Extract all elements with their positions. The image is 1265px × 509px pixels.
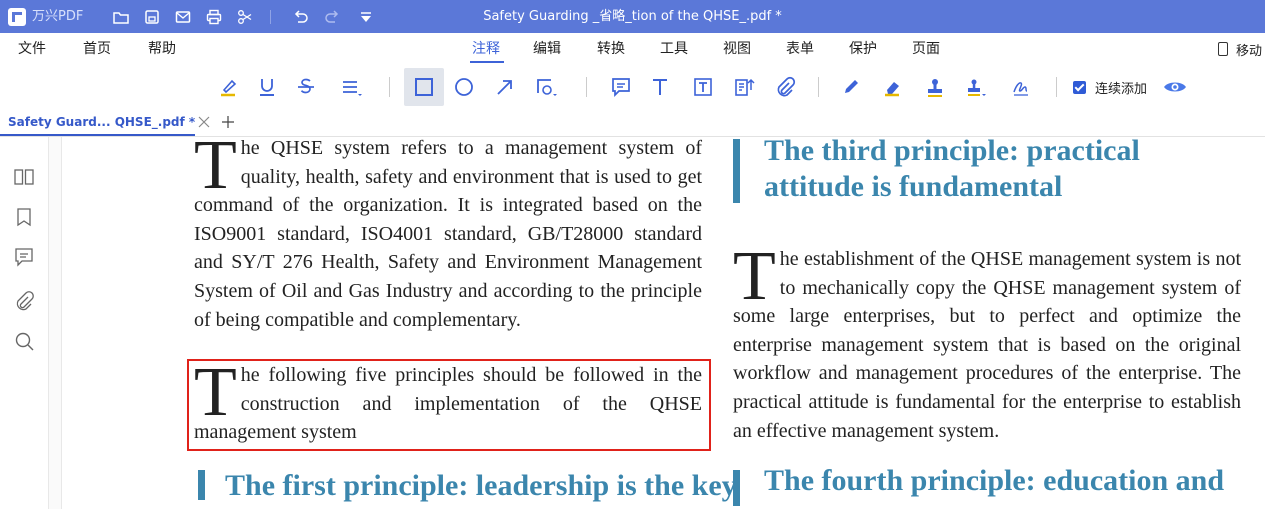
menu-page[interactable]: 页面 bbox=[912, 33, 940, 65]
attachment-icon[interactable] bbox=[13, 290, 35, 312]
mobile-button[interactable]: 移动 bbox=[1218, 33, 1262, 65]
page-gutter bbox=[48, 137, 62, 509]
callout-tool-icon[interactable] bbox=[729, 72, 759, 102]
left-sidebar bbox=[0, 137, 48, 509]
ellipse-tool-icon[interactable] bbox=[449, 72, 479, 102]
mail-icon[interactable] bbox=[172, 0, 194, 33]
strikethrough-tool-icon[interactable] bbox=[291, 72, 321, 102]
heading-first-principle[interactable]: The first principle: leadership is the k… bbox=[225, 468, 745, 504]
add-tab-icon[interactable] bbox=[220, 114, 236, 130]
active-menu-indicator bbox=[470, 61, 504, 63]
paragraph-practical-attitude[interactable]: The establishment of the QHSE management… bbox=[733, 238, 1241, 445]
text-tool-icon[interactable] bbox=[645, 72, 675, 102]
heading-accent-bar bbox=[733, 470, 740, 506]
eye-icon[interactable] bbox=[1163, 77, 1187, 97]
app-logo-icon bbox=[8, 8, 26, 26]
textbox-tool-icon[interactable] bbox=[688, 72, 718, 102]
paragraph-text: he QHSE system refers to a management sy… bbox=[194, 137, 702, 331]
highlight-tool-icon[interactable] bbox=[213, 72, 243, 102]
toolbar-separator bbox=[818, 77, 819, 97]
menu-home[interactable]: 首页 bbox=[83, 33, 111, 65]
paragraph-qhse-definition[interactable]: The QHSE system refers to a management s… bbox=[194, 137, 702, 334]
document-tab-bar: Safety Guard... QHSE_.pdf * bbox=[0, 109, 1265, 137]
rectangle-annotation[interactable] bbox=[187, 359, 711, 451]
save-icon[interactable] bbox=[141, 0, 163, 33]
heading-fourth-principle[interactable]: The fourth principle: education and bbox=[764, 463, 1254, 499]
bookmark-icon[interactable] bbox=[13, 206, 35, 228]
toolbar-separator bbox=[586, 77, 587, 97]
title-bar: 万兴PDF Safety Guarding _省略_tion of the QH… bbox=[0, 0, 1265, 33]
continuous-add-checkbox[interactable]: 连续添加 bbox=[1073, 78, 1147, 97]
pencil-tool-icon[interactable] bbox=[836, 72, 866, 102]
menu-protect[interactable]: 保护 bbox=[849, 33, 877, 65]
redo-icon[interactable] bbox=[321, 0, 343, 33]
eraser-tool-icon[interactable] bbox=[877, 72, 907, 102]
paragraph-text: he establishment of the QHSE management … bbox=[733, 248, 1241, 442]
shape-dropdown-icon[interactable] bbox=[531, 72, 561, 102]
phone-icon bbox=[1218, 42, 1228, 56]
signature-tool-icon[interactable] bbox=[1006, 72, 1036, 102]
heading-accent-bar bbox=[733, 139, 740, 203]
note-tool-icon[interactable] bbox=[606, 72, 636, 102]
toolbar-separator bbox=[389, 77, 390, 97]
thumbnails-icon[interactable] bbox=[13, 166, 35, 188]
stamp-dropdown-icon[interactable] bbox=[961, 72, 991, 102]
drop-cap: T bbox=[194, 137, 237, 204]
app-name: 万兴PDF bbox=[32, 9, 84, 24]
menu-bar: 文件 首页 帮助 注释 编辑 转换 工具 视图 表单 保护 页面 移动 bbox=[0, 33, 1265, 65]
folder-icon[interactable] bbox=[110, 0, 132, 33]
close-icon[interactable] bbox=[196, 114, 212, 130]
toolbar-separator bbox=[1056, 77, 1057, 97]
mobile-label: 移动 bbox=[1236, 43, 1263, 59]
titlebar-separator bbox=[270, 10, 271, 24]
stamp-tool-icon[interactable] bbox=[920, 72, 950, 102]
search-icon[interactable] bbox=[13, 330, 35, 352]
menu-form[interactable]: 表单 bbox=[786, 33, 814, 65]
scissors-icon[interactable] bbox=[234, 0, 256, 33]
menu-tools[interactable]: 工具 bbox=[660, 33, 688, 65]
heading-accent-bar bbox=[198, 470, 205, 500]
menu-convert[interactable]: 转换 bbox=[597, 33, 625, 65]
checkbox-checked-icon bbox=[1073, 81, 1086, 94]
annotation-toolbar: 连续添加 bbox=[0, 65, 1265, 109]
document-tab-label: Safety Guard... QHSE_.pdf * bbox=[8, 114, 196, 129]
continuous-add-label: 连续添加 bbox=[1095, 82, 1148, 97]
arrow-tool-icon[interactable] bbox=[490, 72, 520, 102]
undo-icon[interactable] bbox=[290, 0, 312, 33]
customize-dropdown-icon[interactable] bbox=[355, 0, 377, 33]
comment-icon[interactable] bbox=[13, 246, 35, 268]
rectangle-tool-icon[interactable] bbox=[404, 68, 444, 106]
drop-cap: T bbox=[733, 238, 776, 315]
pdf-page: The QHSE system refers to a management s… bbox=[62, 137, 1265, 509]
menu-view[interactable]: 视图 bbox=[723, 33, 751, 65]
attachment-tool-icon[interactable] bbox=[770, 72, 800, 102]
document-tab[interactable]: Safety Guard... QHSE_.pdf * bbox=[0, 109, 196, 136]
print-icon[interactable] bbox=[203, 0, 225, 33]
menu-file[interactable]: 文件 bbox=[18, 33, 46, 65]
menu-edit[interactable]: 编辑 bbox=[533, 33, 561, 65]
heading-third-principle[interactable]: The third principle: practical attitude … bbox=[764, 137, 1234, 205]
menu-help[interactable]: 帮助 bbox=[148, 33, 176, 65]
underline-tool-icon[interactable] bbox=[252, 72, 282, 102]
text-markup-dropdown-icon[interactable] bbox=[336, 72, 366, 102]
